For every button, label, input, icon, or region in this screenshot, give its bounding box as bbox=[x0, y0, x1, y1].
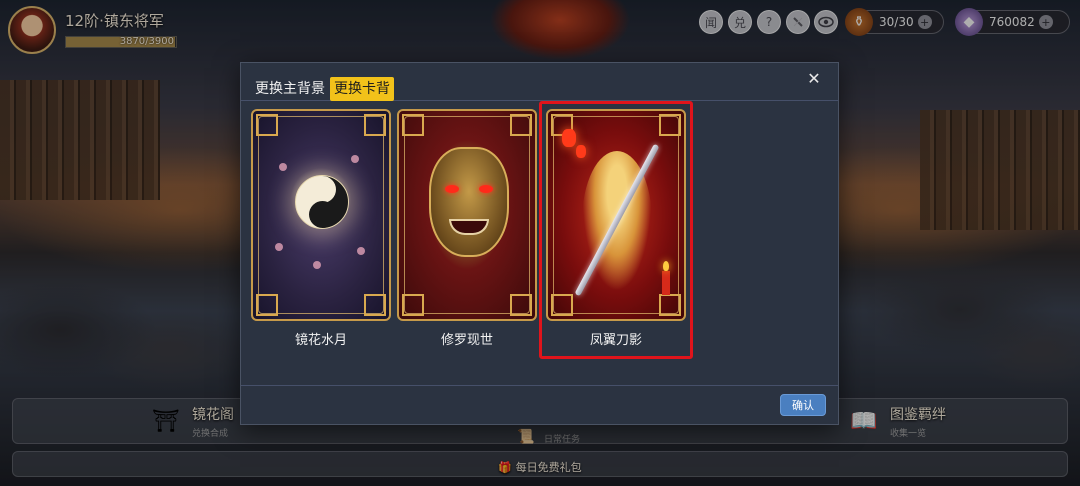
yinyang-icon bbox=[295, 175, 349, 229]
tab-card-back[interactable]: 更换卡背 bbox=[330, 77, 394, 101]
demon-mask-icon bbox=[429, 147, 509, 257]
card-back-option[interactable]: 镜花水月 bbox=[251, 109, 391, 357]
card-back-image-fengyidaoying bbox=[546, 109, 686, 321]
confirm-button[interactable]: 确认 bbox=[780, 394, 826, 416]
lantern-icon bbox=[576, 145, 586, 158]
card-back-image-xiuluoxianshi bbox=[397, 109, 537, 321]
modal-header: 更换主背景 更换卡背 ✕ bbox=[241, 63, 838, 101]
card-name: 修罗现世 bbox=[440, 333, 493, 348]
modal-divider bbox=[241, 385, 838, 386]
card-name: 凤翼刀影 bbox=[589, 333, 642, 348]
card-back-modal: 更换主背景 更换卡背 ✕ 镜花水月 修罗现世 凤翼刀影 确认 bbox=[240, 62, 839, 425]
tab-main-background[interactable]: 更换主背景 bbox=[251, 77, 329, 101]
close-icon[interactable]: ✕ bbox=[804, 69, 824, 89]
lantern-icon bbox=[562, 129, 576, 147]
card-name: 镜花水月 bbox=[294, 333, 347, 348]
card-back-image-jinghuashuiyue bbox=[251, 109, 391, 321]
card-back-option[interactable]: 修罗现世 bbox=[397, 109, 537, 357]
candle-icon bbox=[662, 261, 670, 295]
card-back-option-selected[interactable]: 凤翼刀影 bbox=[539, 101, 693, 359]
